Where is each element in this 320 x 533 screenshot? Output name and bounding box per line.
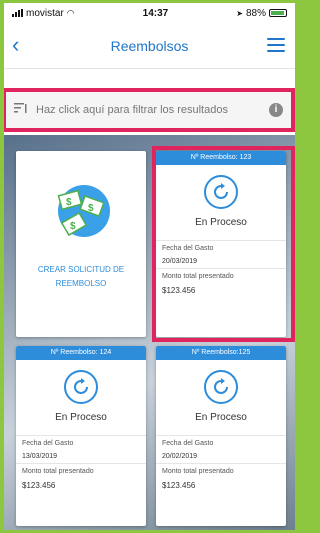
expense-date-value: 20/02/2019	[162, 453, 198, 460]
amount-row: Monto total presentado $123.456	[156, 463, 286, 493]
battery-icon	[268, 9, 287, 17]
expense-date-row: Fecha del Gasto 20/03/2019	[156, 240, 286, 268]
amount-value: $123.456	[162, 481, 196, 490]
battery-percent: 88%	[245, 7, 266, 19]
card-header: Nº Reembolso:125	[156, 346, 286, 360]
svg-text:$: $	[88, 203, 94, 214]
expense-date-label: Fecha del Gasto	[162, 245, 214, 252]
location-icon: ➤	[236, 8, 243, 18]
svg-text:$: $	[66, 197, 72, 208]
nav-bar: ‹ Reembolsos	[4, 23, 295, 69]
amount-label: Monto total presentado	[22, 468, 94, 475]
page-title: Reembolsos	[110, 37, 189, 54]
phone-screen: movistar ◠ 14:37 ➤ 88% ‹ Reembolsos Haz …	[4, 3, 295, 530]
card-header: Nº Reembolso: 124	[16, 346, 146, 360]
in-progress-icon	[64, 370, 98, 404]
card-status: En Proceso	[55, 412, 107, 423]
reimbursement-card[interactable]: Nº Reembolso:125 En Proceso Fecha del Ga…	[156, 346, 286, 526]
amount-label: Monto total presentado	[162, 273, 234, 280]
reimbursement-card[interactable]: Nº Reembolso: 123 En Proceso Fecha del G…	[156, 151, 286, 337]
back-icon[interactable]: ‹	[12, 34, 32, 57]
hamburger-menu-icon[interactable]	[267, 38, 285, 52]
amount-row: Monto total presentado $123.456	[16, 463, 146, 493]
expense-date-label: Fecha del Gasto	[22, 440, 74, 447]
amount-label: Monto total presentado	[162, 468, 234, 475]
filter-icon	[14, 101, 28, 119]
status-bar: movistar ◠ 14:37 ➤ 88%	[4, 3, 295, 23]
card-status: En Proceso	[195, 217, 247, 228]
expense-date-label: Fecha del Gasto	[162, 440, 214, 447]
amount-row: Monto total presentado $123.456	[156, 268, 286, 298]
wifi-icon: ◠	[66, 7, 75, 18]
clock: 14:37	[142, 7, 169, 19]
info-icon[interactable]: i	[269, 103, 283, 117]
create-reimbursement-card[interactable]: $ $ $ CREAR SOLICITUD DE REEMBOLSO	[16, 151, 146, 337]
signal-icon	[12, 9, 23, 17]
reimbursement-card[interactable]: Nº Reembolso: 124 En Proceso Fecha del G…	[16, 346, 146, 526]
amount-value: $123.456	[162, 286, 196, 295]
create-reimbursement-label: CREAR SOLICITUD DE REEMBOLSO	[37, 265, 125, 288]
expense-date-row: Fecha del Gasto 13/03/2019	[16, 435, 146, 463]
money-icon: $ $ $	[54, 179, 110, 244]
card-header: Nº Reembolso: 123	[156, 151, 286, 165]
carrier-label: movistar	[26, 7, 64, 19]
svg-text:$: $	[70, 221, 76, 232]
in-progress-icon	[204, 175, 238, 209]
expense-date-value: 20/03/2019	[162, 258, 198, 265]
amount-value: $123.456	[22, 481, 56, 490]
card-status: En Proceso	[195, 412, 247, 423]
expense-date-value: 13/03/2019	[22, 453, 58, 460]
expense-date-row: Fecha del Gasto 20/02/2019	[156, 435, 286, 463]
filter-label: Haz click aquí para filtrar los resultad…	[36, 104, 228, 116]
in-progress-icon	[204, 370, 238, 404]
filter-bar[interactable]: Haz click aquí para filtrar los resultad…	[4, 88, 295, 132]
